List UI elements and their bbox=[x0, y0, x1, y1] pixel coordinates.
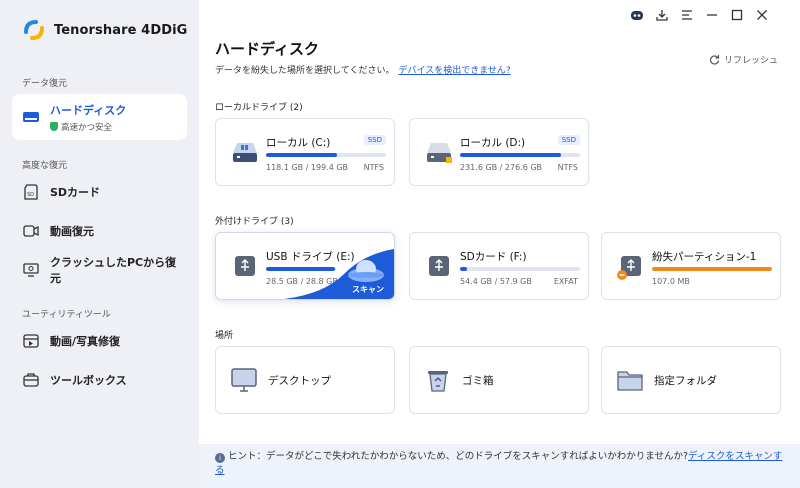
sidebar: Tenorshare 4DDiG データ復元 ハードディスク 高速かつ安全 高度… bbox=[0, 0, 199, 488]
location-label: 指定フォルダ bbox=[654, 373, 717, 388]
app-name: Tenorshare 4DDiG bbox=[54, 23, 187, 38]
drive-filesystem: NTFS bbox=[558, 163, 578, 172]
drive-filesystem: EXFAT bbox=[554, 277, 578, 286]
folder-icon bbox=[616, 366, 644, 394]
drive-card-lost-partition[interactable]: 紛失パーティション-1 107.0 MB bbox=[601, 232, 781, 300]
drive-size: 231.6 GB / 276.6 GB bbox=[460, 163, 542, 172]
scan-button[interactable]: スキャン bbox=[352, 284, 384, 295]
drive-size: 54.4 GB / 57.9 GB bbox=[460, 277, 532, 286]
main-panel: ハードディスク データを紛失した場所を選択してください。デバイスを検出できません… bbox=[199, 0, 800, 488]
locations-label: 場所 bbox=[215, 328, 233, 341]
shield-icon bbox=[50, 122, 58, 131]
location-label: ゴミ箱 bbox=[462, 373, 494, 388]
sidebar-item-video[interactable]: 動画復元 bbox=[12, 214, 187, 248]
usb-drive-icon bbox=[230, 251, 260, 281]
hard-drive-icon bbox=[424, 137, 454, 167]
video-icon bbox=[22, 222, 40, 240]
drive-size: 107.0 MB bbox=[652, 277, 690, 286]
sidebar-item-toolbox[interactable]: ツールボックス bbox=[12, 363, 187, 397]
sidebar-item-label: 動画復元 bbox=[50, 223, 94, 239]
svg-text:SD: SD bbox=[27, 192, 34, 198]
refresh-button[interactable]: リフレッシュ bbox=[709, 53, 778, 66]
location-desktop[interactable]: デスクトップ bbox=[215, 346, 395, 414]
drive-card-f[interactable]: SDカード (F:) 54.4 GB / 57.9 GB EXFAT bbox=[409, 232, 589, 300]
hard-drive-icon bbox=[230, 137, 260, 167]
drive-usage-bar bbox=[460, 153, 580, 157]
sidebar-item-label: SDカード bbox=[50, 184, 100, 200]
lost-partition-icon bbox=[616, 251, 646, 281]
sidebar-item-label: ハードディスク bbox=[50, 102, 126, 118]
section-label-advanced: 高度な復元 bbox=[22, 158, 67, 171]
download-icon[interactable] bbox=[654, 7, 670, 23]
recycle-bin-icon bbox=[424, 366, 452, 394]
sidebar-item-label: クラッシュしたPCから復元 bbox=[50, 254, 187, 286]
maximize-icon[interactable] bbox=[729, 7, 745, 23]
info-icon: i bbox=[215, 453, 225, 463]
refresh-icon bbox=[709, 54, 720, 65]
drive-card-d[interactable]: ローカル (D:) SSD 231.6 GB / 276.6 GB NTFS bbox=[409, 118, 589, 186]
sidebar-item-hard-disk[interactable]: ハードディスク 高速かつ安全 bbox=[12, 94, 187, 140]
sd-card-icon: SD bbox=[22, 183, 40, 201]
sidebar-item-label: 動画/写真修復 bbox=[50, 333, 120, 349]
drive-name: ローカル (D:) bbox=[460, 135, 525, 150]
sidebar-item-label: ツールボックス bbox=[50, 372, 127, 388]
photo-repair-icon bbox=[22, 332, 40, 350]
hint-text: ヒント：データがどこで失われたかわからないため、どのドライブをスキャンすればよい… bbox=[228, 451, 688, 462]
sidebar-item-sd-card[interactable]: SD SDカード bbox=[12, 175, 187, 209]
close-icon[interactable] bbox=[754, 7, 770, 23]
toolbox-icon bbox=[22, 371, 40, 389]
drive-name: ローカル (C:) bbox=[266, 135, 330, 150]
sd-drive-icon bbox=[424, 251, 454, 281]
location-label: デスクトップ bbox=[268, 373, 331, 388]
location-select-folder[interactable]: 指定フォルダ bbox=[601, 346, 781, 414]
drive-usage-bar bbox=[460, 267, 580, 271]
page-title: ハードディスク bbox=[215, 38, 319, 59]
sidebar-item-photo-repair[interactable]: 動画/写真修復 bbox=[12, 324, 187, 358]
window-controls bbox=[629, 7, 770, 23]
drive-card-c[interactable]: ローカル (C:) SSD 118.1 GB / 199.4 GB NTFS bbox=[215, 118, 395, 186]
drive-name: 紛失パーティション-1 bbox=[652, 249, 756, 264]
hint-bar: iヒント：データがどこで失われたかわからないため、どのドライブをスキャンすればよ… bbox=[199, 444, 800, 488]
drive-usage-bar bbox=[652, 267, 772, 271]
ssd-badge: SSD bbox=[364, 135, 386, 145]
crashed-pc-icon bbox=[22, 261, 40, 279]
drive-name: SDカード (F:) bbox=[460, 249, 527, 264]
device-not-detected-link[interactable]: デバイスを検出できません? bbox=[398, 66, 510, 76]
logo-icon bbox=[22, 18, 46, 42]
external-drives-label: 外付けドライブ (3) bbox=[215, 214, 294, 227]
desktop-icon bbox=[230, 366, 258, 394]
section-label-data-recovery: データ復元 bbox=[22, 76, 67, 89]
ssd-badge: SSD bbox=[558, 135, 580, 145]
drive-size: 118.1 GB / 199.4 GB bbox=[266, 163, 348, 172]
page-subtitle: データを紛失した場所を選択してください。デバイスを検出できません? bbox=[215, 63, 511, 76]
drive-usage-bar bbox=[266, 153, 386, 157]
menu-icon[interactable] bbox=[679, 7, 695, 23]
hard-disk-icon bbox=[22, 108, 40, 126]
drive-card-e[interactable]: USB ドライブ (E:) 28.5 GB / 28.8 GB スキャン bbox=[215, 232, 395, 300]
drive-filesystem: NTFS bbox=[364, 163, 384, 172]
section-label-utility: ユーティリティツール bbox=[22, 307, 111, 320]
support-bot-icon[interactable] bbox=[629, 7, 645, 23]
app-logo: Tenorshare 4DDiG bbox=[22, 18, 187, 42]
location-recycle-bin[interactable]: ゴミ箱 bbox=[409, 346, 589, 414]
minimize-icon[interactable] bbox=[704, 7, 720, 23]
local-drives-label: ローカルドライブ (2) bbox=[215, 100, 303, 113]
sidebar-item-sub: 高速かつ安全 bbox=[50, 121, 126, 133]
sidebar-item-crashed-pc[interactable]: クラッシュしたPCから復元 bbox=[12, 253, 187, 287]
